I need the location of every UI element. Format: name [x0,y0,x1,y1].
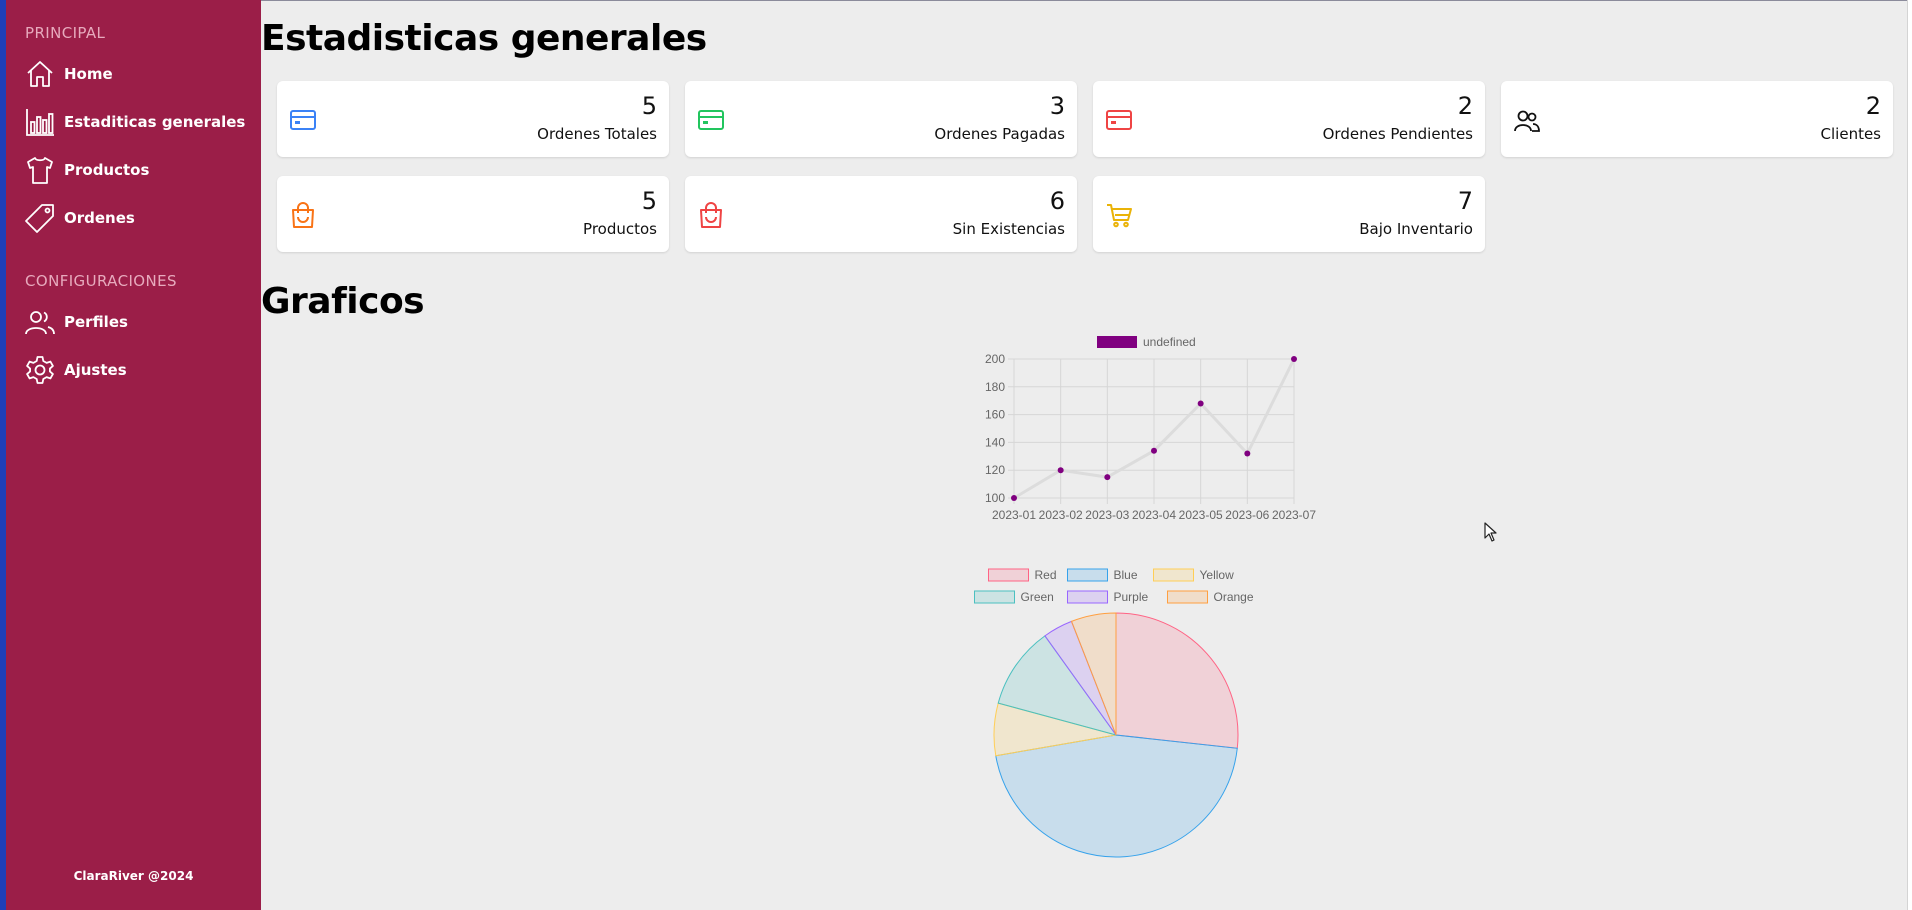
pie-slice [1115,612,1239,749]
sidebar-item-label: Ordenes [64,209,135,227]
stat-card-ordenes-totales: 5 Ordenes Totales [277,81,669,157]
stat-value: 5 [641,92,657,120]
cart-icon [1107,204,1132,228]
sidebar-item-label: Productos [64,161,150,179]
sidebar-item-label: Perfiles [64,313,128,331]
window-right-edge [1907,0,1912,910]
stat-label: Ordenes Pendientes [1322,125,1473,143]
sidebar-item-productos[interactable]: Productos [24,153,254,187]
shopping-bag-icon [700,202,722,228]
y-tick-label: 160 [985,408,1005,422]
credit-card-icon [1106,110,1132,130]
x-tick-label: 2023-05 [1179,508,1223,522]
stat-value: 5 [641,187,657,215]
page-title: Estadisticas generales [261,18,707,59]
x-tick-label: 2023-07 [1272,508,1316,522]
sidebar-item-label: Home [64,65,113,83]
legend-label: Blue [1114,568,1138,582]
stat-label: Bajo Inventario [1359,220,1473,238]
sidebar-item-home[interactable]: Home [24,57,254,91]
x-tick-label: 2023-04 [1132,508,1176,522]
section-title-principal: PRINCIPAL [25,24,106,42]
y-tick-label: 120 [985,463,1005,477]
x-tick-label: 2023-01 [992,508,1036,522]
stat-label: Productos [583,220,657,238]
y-tick-label: 140 [985,435,1005,449]
sidebar-item-label: Ajustes [64,361,127,379]
tag-icon [25,204,54,233]
legend-swatch [1167,590,1208,604]
stat-card-sin-existencias: 6 Sin Existencias [685,176,1077,252]
stat-card-clientes: 2 Clientes [1501,81,1893,157]
legend-label: Orange [1214,590,1254,604]
line-chart: undefined2001801601401201002023-01 2023-0… [985,335,1316,522]
stat-card-ordenes-pendientes: 2 Ordenes Pendientes [1093,81,1485,157]
y-tick-label: 180 [985,380,1005,394]
stat-card-ordenes-pagadas: 3 Ordenes Pagadas [685,81,1077,157]
section-title-configuraciones: CONFIGURACIONES [25,272,177,290]
stat-card-bajo-inventario: 7 Bajo Inventario [1093,176,1485,252]
legend-swatch [974,590,1015,604]
x-tick-label: 2023-03 [1085,508,1129,522]
y-tick-label: 200 [985,352,1005,366]
gear-icon [26,356,54,384]
data-point [1011,495,1017,501]
main-content: Estadisticas generales 5 Ordenes Totales… [261,0,1907,910]
legend-swatch [1067,590,1108,604]
charts-title: Graficos [261,281,425,322]
data-point [1291,356,1297,362]
stat-label: Ordenes Totales [537,125,657,143]
sidebar: PRINCIPAL Home Estaditicas generales Pro… [6,0,261,910]
users-icon [1514,110,1540,132]
data-point [1244,450,1251,457]
legend-swatch [988,568,1029,582]
data-point [1197,400,1204,407]
credit-card-icon [290,110,316,130]
data-point [1151,447,1157,454]
sidebar-item-estadisticas[interactable]: Estaditicas generales [24,105,254,139]
sidebar-footer: ClaraRiver @2024 [73,869,194,883]
legend-swatch [1153,568,1194,582]
mouse-cursor-icon [1484,522,1497,542]
legend-label: Yellow [1200,568,1235,582]
legend-swatch [1097,336,1137,348]
credit-card-icon [698,110,724,130]
legend-swatch [1067,568,1108,582]
y-tick-label: 100 [985,491,1005,505]
stat-label: Clientes [1820,125,1881,143]
legend-label: undefined [1143,335,1196,349]
pie-slice [995,734,1238,858]
stat-label: Ordenes Pagadas [934,125,1065,143]
data-point [1104,474,1111,481]
stat-value: 2 [1865,92,1881,120]
stat-value: 2 [1457,92,1473,120]
shopping-bag-icon [292,202,314,228]
data-point [1057,467,1064,474]
x-tick-label: 2023-06 [1225,508,1269,522]
users-icon [25,311,55,335]
stat-label: Sin Existencias [952,220,1065,238]
stat-value: 6 [1049,187,1065,215]
sidebar-item-ajustes[interactable]: Ajustes [24,353,254,387]
stat-card-productos: 5 Productos [277,176,669,252]
legend-label: Green [1021,590,1054,604]
sidebar-item-ordenes[interactable]: Ordenes [24,201,254,235]
app-window: PRINCIPAL Home Estaditicas generales Pro… [0,0,1912,910]
stat-value: 7 [1457,187,1473,215]
stat-value: 3 [1049,92,1065,120]
legend-label: Red [1035,568,1057,582]
pie-chart: Red Blue Yellow Green Purple Orange [974,568,1254,858]
sidebar-item-perfiles[interactable]: Perfiles [24,305,254,339]
x-tick-label: 2023-02 [1039,508,1083,522]
legend-label: Purple [1114,590,1149,604]
home-icon [27,61,53,87]
sidebar-item-label: Estaditicas generales [64,113,246,131]
shirt-icon [27,157,53,184]
bar-chart-icon [26,109,54,136]
